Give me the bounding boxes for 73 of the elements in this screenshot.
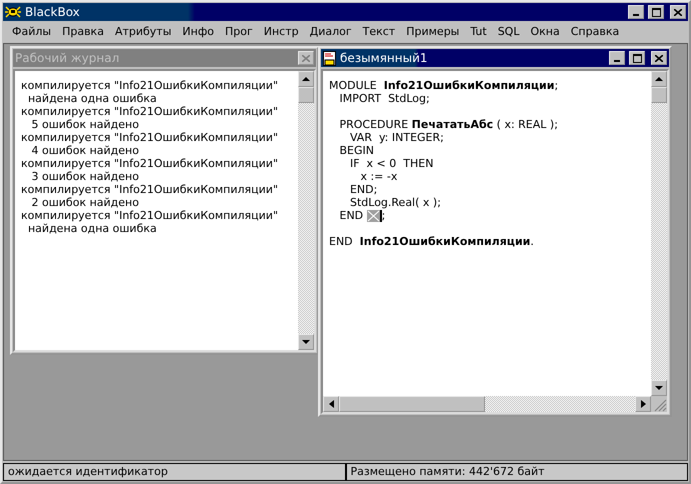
log-line: 2 ошибок найдено [30,196,140,209]
log-line: компилируется "Info21ОшибкиКомпиляции" [21,157,280,170]
close-icon [674,8,682,16]
scroll-right-button[interactable] [635,396,651,412]
log-line: найдена одна ошибка [26,92,158,105]
code-line: IMPORT StdLog; [338,92,431,105]
code-line: PROCEDURE ПечататьАбс ( x: REAL ); [338,118,559,131]
menu-item[interactable]: Tut [465,24,492,38]
left-arrow-icon [328,400,334,408]
scroll-up-button[interactable] [298,71,314,87]
code-line: BEGIN [338,144,375,157]
menu-item[interactable]: Справка [566,24,624,38]
menu-item[interactable]: Примеры [401,24,464,38]
close-button[interactable] [651,51,667,65]
log-line: компилируется "Info21ОшибкиКомпиляции" [21,209,280,222]
horizontal-scrollbar[interactable] [323,396,667,412]
status-message: ожидается идентификатор [3,463,346,481]
close-icon [655,54,663,62]
log-line: компилируется "Info21ОшибкиКомпиляции" [21,131,280,144]
scroll-thumb[interactable] [651,87,667,103]
scroll-thumb[interactable] [298,87,314,103]
code-line: x := -x [359,170,398,183]
document-icon [323,50,336,66]
close-button[interactable] [670,5,686,19]
up-arrow-icon [302,76,310,82]
maximize-button[interactable] [629,51,645,65]
scroll-thumb[interactable] [339,396,485,412]
log-line: компилируется "Info21ОшибкиКомпиляции" [21,79,280,92]
code-line: StdLog.Real( x ); [348,196,442,209]
code-line: END ; [338,209,386,222]
menu-item[interactable]: Окна [525,24,565,38]
code-line: END Info21ОшибкиКомпиляции. [329,235,535,248]
maximize-icon [632,54,642,62]
menu-item[interactable]: Прог [220,24,258,38]
menu-item[interactable]: Диалог [304,24,357,38]
code-line: END; [348,183,378,196]
log-line: 5 ошибок найдено [30,118,140,131]
minimize-button[interactable] [628,5,644,19]
memory-status: Размещено памяти: 442'672 байт [346,463,688,481]
log-line: 4 ошибок найдено [30,144,140,157]
menu-item[interactable]: Правка [57,24,109,38]
scroll-up-button[interactable] [651,71,667,87]
menu-item[interactable]: SQL [492,24,524,38]
window-title: BlackBox [25,5,81,19]
vertical-scrollbar[interactable] [298,71,314,350]
menu-item[interactable]: Атрибуты [110,24,176,38]
menu-item[interactable]: Файлы [7,24,56,38]
minimize-button[interactable] [609,51,625,65]
menu-item[interactable]: Инфо [177,24,219,38]
close-icon [302,54,310,62]
code-line: VAR y: INTEGER; [348,131,445,144]
right-arrow-icon [640,400,646,408]
code-line: IF x < 0 THEN [348,157,434,170]
down-arrow-icon [655,386,663,390]
window-title: безымянный1 [340,51,429,65]
resize-grip-icon[interactable] [651,396,667,412]
menu-item[interactable]: Текст [358,24,400,38]
window-title: Рабочий журнал [15,51,120,65]
maximize-icon [652,8,660,16]
scroll-left-button[interactable] [323,396,339,412]
log-line: 3 ошибок найдено [30,170,140,183]
maximize-button[interactable] [648,5,664,19]
down-arrow-icon [302,340,310,344]
log-line: компилируется "Info21ОшибкиКомпиляции" [21,105,280,118]
scroll-down-button[interactable] [298,334,314,350]
log-line: компилируется "Info21ОшибкиКомпиляции" [21,183,280,196]
up-arrow-icon [655,76,663,82]
log-line: найдена одна ошибка [26,222,158,235]
scroll-down-button[interactable] [651,380,667,396]
bug-logo-icon [5,5,21,19]
menu-item[interactable]: Инстр [258,24,304,38]
vertical-scrollbar[interactable] [651,71,667,396]
code-line: MODULE Info21ОшибкиКомпиляции; [329,79,560,92]
